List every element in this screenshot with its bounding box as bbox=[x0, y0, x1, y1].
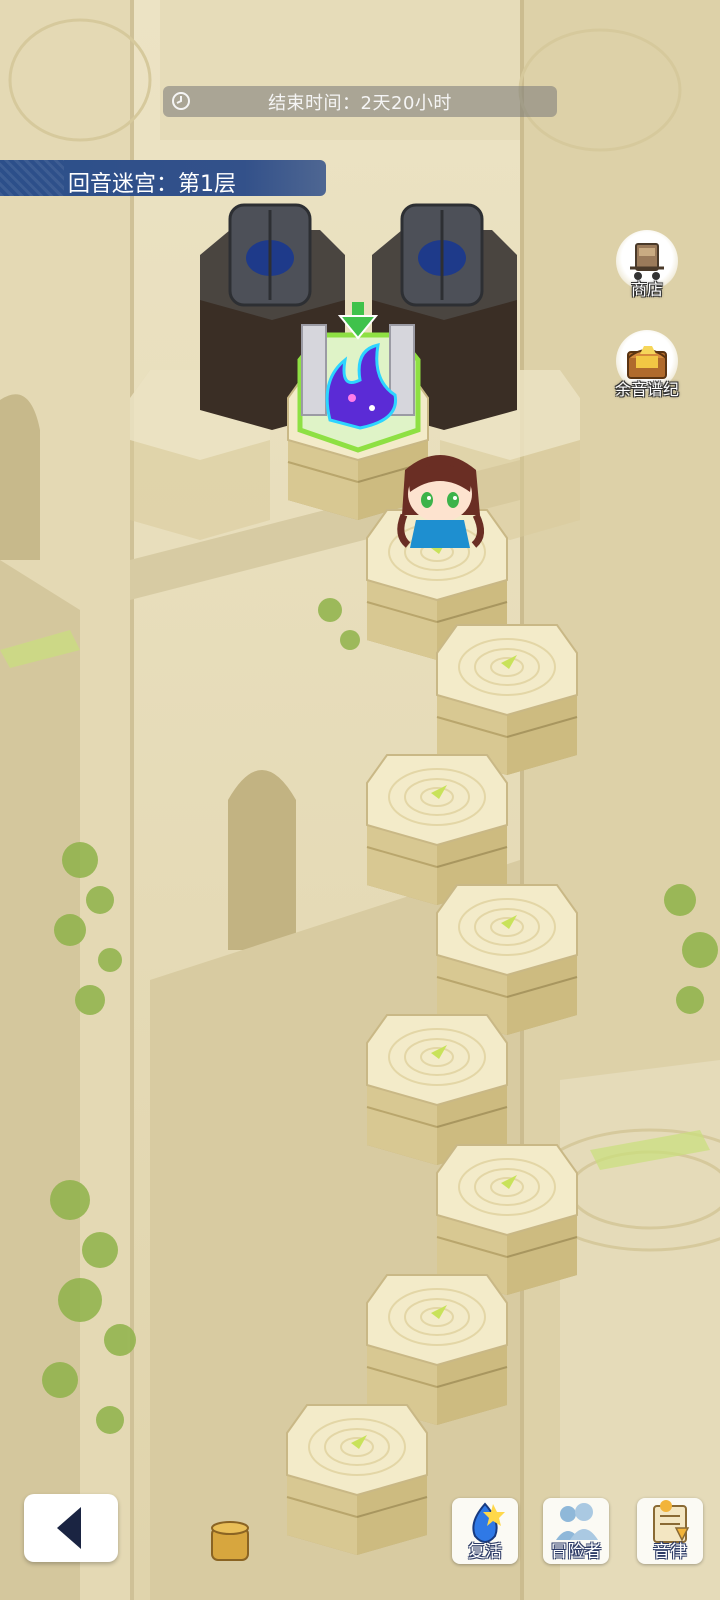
shop-label: 商店 bbox=[630, 280, 663, 299]
event-end-time: 结束时间：2天20小时 bbox=[268, 92, 452, 114]
floor-title: 回音迷宫：第1层 bbox=[68, 172, 236, 197]
barrel bbox=[211, 1521, 249, 1561]
adventurers-label: 冒险者 bbox=[550, 1542, 602, 1562]
portal-gate[interactable] bbox=[297, 324, 421, 453]
shop-button[interactable]: 商店 bbox=[610, 230, 684, 308]
path-tile[interactable] bbox=[366, 1274, 508, 1426]
path-tile[interactable] bbox=[366, 1014, 508, 1166]
rhythm-button[interactable]: 音律 bbox=[637, 1498, 703, 1564]
echo-chronicle-button[interactable]: 余音谱纪 bbox=[610, 330, 684, 408]
rhythm-label: 音律 bbox=[653, 1542, 687, 1562]
path-tile[interactable] bbox=[436, 624, 578, 776]
path-tile[interactable] bbox=[436, 1144, 578, 1296]
back-button[interactable] bbox=[24, 1494, 118, 1562]
revive-button[interactable]: 复活 bbox=[452, 1498, 518, 1564]
back-arrow-icon bbox=[57, 1507, 81, 1549]
clock-icon bbox=[172, 92, 190, 110]
event-timer-bar: 结束时间：2天20小时 bbox=[163, 86, 557, 117]
echo-chronicle-label: 余音谱纪 bbox=[614, 380, 679, 399]
path-tile[interactable] bbox=[436, 884, 578, 1036]
adventurers-button[interactable]: 冒险者 bbox=[543, 1498, 609, 1564]
path-tile[interactable] bbox=[286, 1404, 428, 1556]
revive-label: 复活 bbox=[468, 1542, 502, 1562]
floor-banner: 回音迷宫：第1层 bbox=[0, 160, 326, 197]
path-tile[interactable] bbox=[366, 754, 508, 906]
